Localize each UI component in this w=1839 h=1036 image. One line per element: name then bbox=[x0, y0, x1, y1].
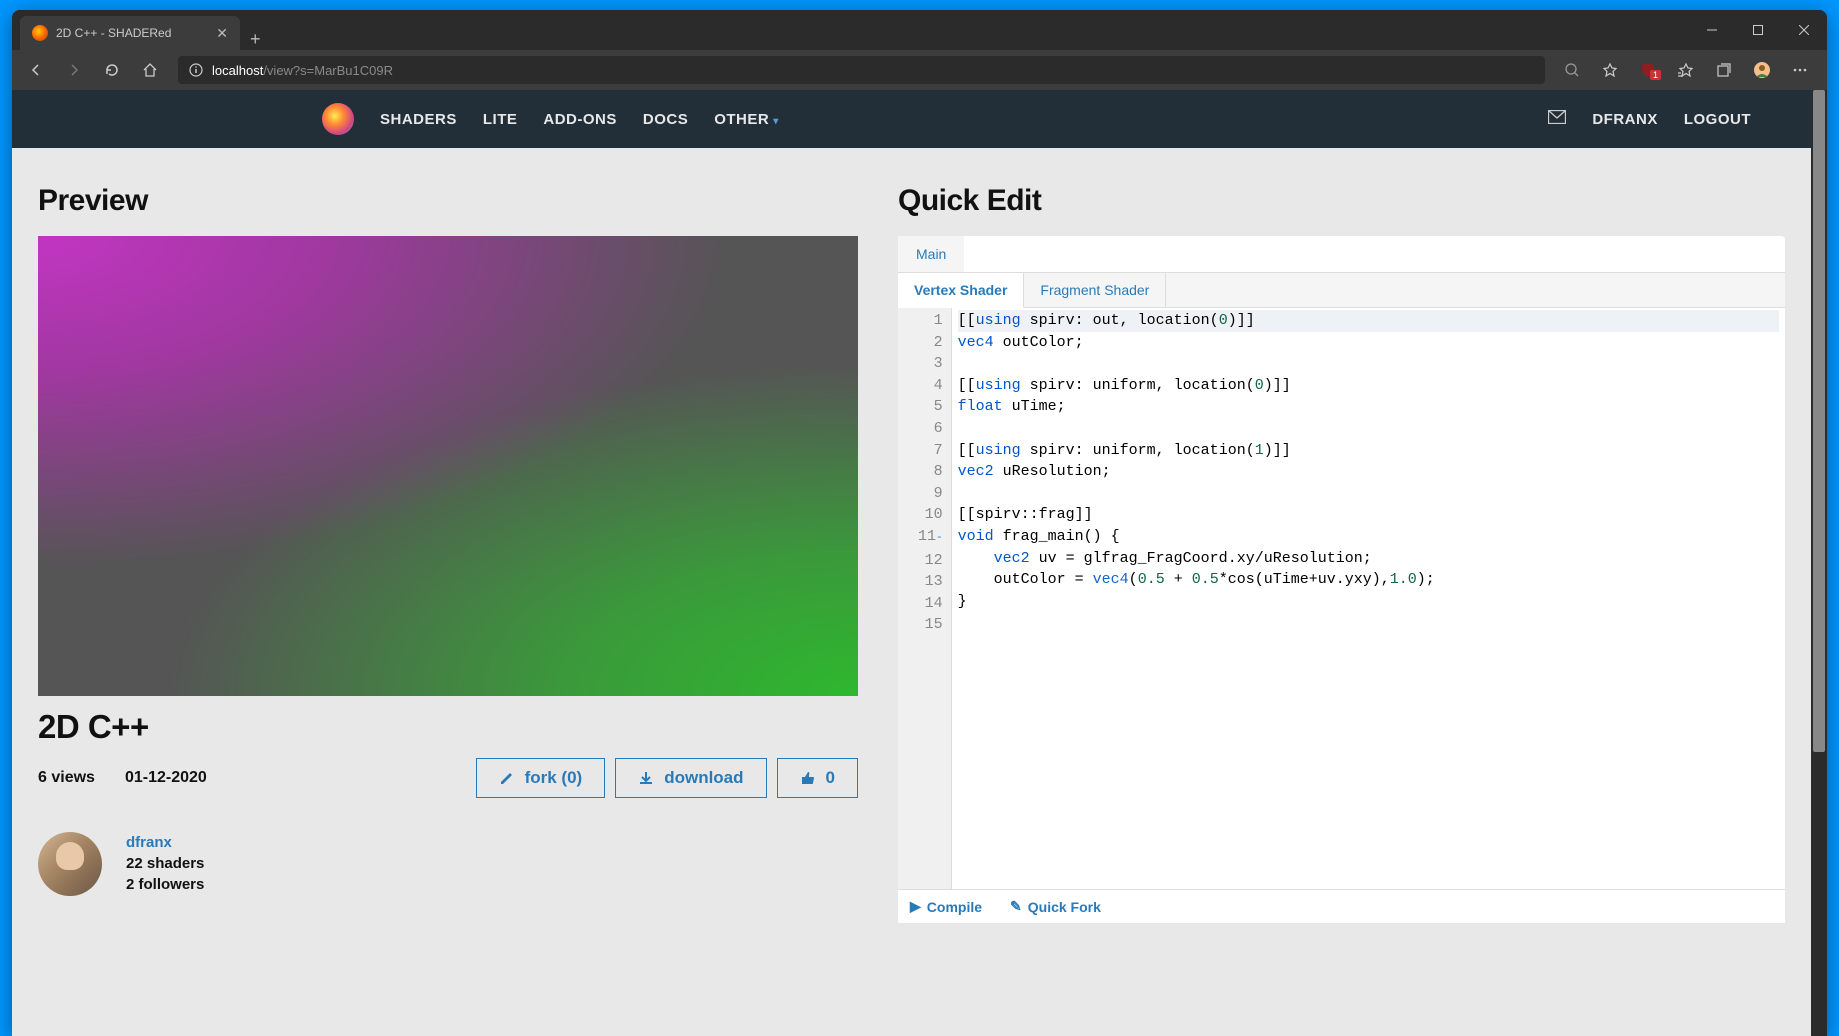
nav-lite[interactable]: LITE bbox=[483, 111, 518, 128]
refresh-button[interactable] bbox=[94, 54, 130, 86]
page-scrollbar[interactable] bbox=[1811, 90, 1827, 1036]
author-followers: 2 followers bbox=[126, 876, 204, 893]
editor-tabs: Main bbox=[898, 236, 1785, 273]
close-window-button[interactable] bbox=[1781, 10, 1827, 50]
nav-other[interactable]: OTHER▾ bbox=[714, 111, 779, 128]
logo-icon[interactable] bbox=[322, 103, 354, 135]
avatar[interactable] bbox=[38, 832, 102, 896]
profile-icon[interactable] bbox=[1745, 54, 1779, 86]
pencil-icon: ✎ bbox=[1010, 898, 1022, 915]
site-info-icon[interactable] bbox=[188, 62, 204, 78]
download-button[interactable]: download bbox=[615, 758, 766, 798]
browser-tab[interactable]: 2D C++ - SHADERed ✕ bbox=[20, 16, 240, 50]
new-tab-button[interactable]: + bbox=[240, 29, 271, 50]
search-icon[interactable] bbox=[1555, 54, 1589, 86]
close-tab-icon[interactable]: ✕ bbox=[216, 25, 228, 42]
preview-heading: Preview bbox=[38, 184, 858, 218]
favicon-icon bbox=[32, 25, 48, 41]
code-editor[interactable]: 1 2 3 4 5 6 7 8 9 10 11- 12 13 bbox=[898, 308, 1785, 890]
tab-fragment-shader[interactable]: Fragment Shader bbox=[1024, 273, 1166, 307]
main-nav: SHADERS LITE ADD-ONS DOCS OTHER▾ bbox=[380, 111, 779, 128]
shader-tabs: Vertex Shader Fragment Shader bbox=[898, 273, 1785, 308]
view-count: 6 views bbox=[38, 769, 95, 787]
more-icon[interactable] bbox=[1783, 54, 1817, 86]
nav-addons[interactable]: ADD-ONS bbox=[543, 111, 617, 128]
thumbs-up-icon bbox=[800, 770, 816, 786]
pencil-icon bbox=[499, 770, 515, 786]
quickfork-button[interactable]: ✎Quick Fork bbox=[1010, 898, 1101, 915]
play-icon: ▶ bbox=[910, 898, 921, 915]
nav-user[interactable]: DFRANX bbox=[1592, 111, 1658, 128]
nav-shaders[interactable]: SHADERS bbox=[380, 111, 457, 128]
back-button[interactable] bbox=[18, 54, 54, 86]
quickedit-heading: Quick Edit bbox=[898, 184, 1785, 218]
minimize-button[interactable] bbox=[1689, 10, 1735, 50]
nav-logout[interactable]: LOGOUT bbox=[1684, 111, 1751, 128]
address-bar: localhost/view?s=MarBu1C09R 1 bbox=[12, 50, 1827, 90]
code-content[interactable]: [[using spirv: out, location(0)]] vec4 o… bbox=[952, 308, 1785, 889]
maximize-button[interactable] bbox=[1735, 10, 1781, 50]
favorites-list-icon[interactable] bbox=[1669, 54, 1703, 86]
chevron-down-icon: ▾ bbox=[773, 116, 779, 127]
like-button[interactable]: 0 bbox=[777, 758, 858, 798]
url-input[interactable]: localhost/view?s=MarBu1C09R bbox=[178, 56, 1545, 84]
nav-docs[interactable]: DOCS bbox=[643, 111, 688, 128]
collections-icon[interactable] bbox=[1707, 54, 1741, 86]
tab-vertex-shader[interactable]: Vertex Shader bbox=[898, 273, 1024, 308]
tab-main[interactable]: Main bbox=[898, 236, 964, 272]
editor-footer: ▶Compile ✎Quick Fork bbox=[898, 890, 1785, 923]
author-name-link[interactable]: dfranx bbox=[126, 834, 204, 851]
ublock-icon[interactable]: 1 bbox=[1631, 54, 1665, 86]
author-shaders: 22 shaders bbox=[126, 855, 204, 872]
browser-titlebar: 2D C++ - SHADERed ✕ + bbox=[12, 10, 1827, 50]
favorites-icon[interactable] bbox=[1593, 54, 1627, 86]
scrollbar-thumb[interactable] bbox=[1813, 90, 1825, 752]
mail-icon[interactable] bbox=[1548, 110, 1566, 129]
forward-button[interactable] bbox=[56, 54, 92, 86]
url-path: /view?s=MarBu1C09R bbox=[263, 63, 393, 78]
line-gutter: 1 2 3 4 5 6 7 8 9 10 11- 12 13 bbox=[898, 308, 952, 889]
author-card: dfranx 22 shaders 2 followers bbox=[38, 832, 858, 916]
site-header: SHADERS LITE ADD-ONS DOCS OTHER▾ DFRANX … bbox=[12, 90, 1811, 148]
home-button[interactable] bbox=[132, 54, 168, 86]
url-host: localhost bbox=[212, 63, 263, 78]
date-label: 01-12-2020 bbox=[125, 769, 207, 787]
shader-title: 2D C++ bbox=[38, 708, 858, 746]
tab-title: 2D C++ - SHADERed bbox=[56, 26, 171, 40]
fold-icon[interactable]: - bbox=[936, 532, 943, 544]
compile-button[interactable]: ▶Compile bbox=[910, 898, 982, 915]
fork-button[interactable]: fork (0) bbox=[476, 758, 606, 798]
download-icon bbox=[638, 770, 654, 786]
shader-preview[interactable] bbox=[38, 236, 858, 696]
ublock-badge: 1 bbox=[1650, 70, 1661, 80]
